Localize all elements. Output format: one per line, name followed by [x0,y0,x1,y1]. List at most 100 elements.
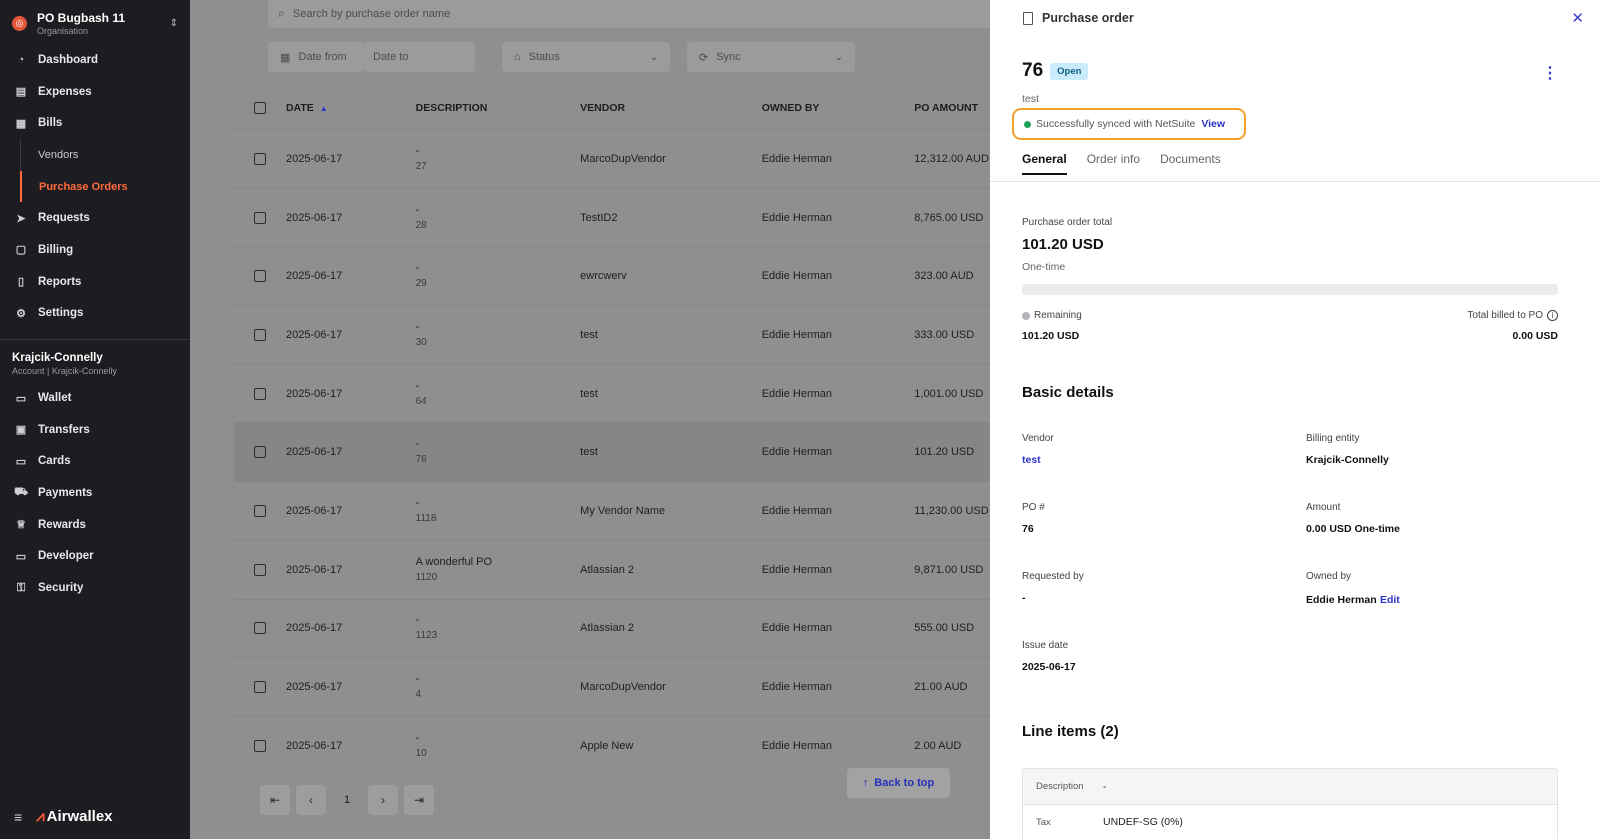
row-reference: 1123 [415,630,438,642]
chevron-updown-icon[interactable]: ⇕ [170,18,178,29]
table-row[interactable]: 2025-06-17-64 test Eddie Herman 1,001.00 US… [234,363,1014,423]
info-icon[interactable]: i [1547,310,1558,321]
row-description: -4 [416,672,581,702]
row-checkbox[interactable] [254,446,266,459]
po-number: 76 [1022,60,1044,81]
nav-settings[interactable]: ⚙ Settings [0,298,190,330]
table-row[interactable]: 2025-06-17-4 MarcoDupVendor Eddie Herman 21… [234,657,1014,716]
row-checkbox[interactable] [254,270,266,283]
date-from-filter[interactable]: ▦ Date from [268,42,363,72]
first-page-icon[interactable]: ⇤ [260,785,290,815]
nav-dashboard[interactable]: ◔ Dashboard [0,44,190,76]
nav-vendors[interactable]: Vendors [21,139,190,171]
table-row[interactable]: 2025-06-17-30 test Eddie Herman 333.00 USD [234,305,1014,364]
row-checkbox[interactable] [254,739,266,752]
nav-wallet[interactable]: ▭ Wallet [0,382,190,414]
panel-header: Purchase order [990,0,1600,36]
more-options-icon[interactable]: ⋮ [1542,66,1558,82]
row-date: 2025-06-17 [285,152,343,165]
date-to-filter[interactable]: Date to [363,42,475,72]
chevron-down-icon: ⌄ [834,51,843,63]
last-page-icon[interactable]: ⇥ [404,785,434,815]
monitor-icon: ▭ [15,550,27,563]
chevron-down-icon: ⌄ [649,51,658,63]
table-row[interactable]: 2025-06-17-29 ewrcwerv Eddie Herman 323.00 … [234,246,1014,305]
nav-developer[interactable]: ▭ Developer [0,541,190,573]
status-label: Status [528,51,560,63]
back-to-top-button[interactable]: ↑ Back to top [847,768,950,798]
account-name: Krajcik-Connelly [12,352,103,365]
nav-security[interactable]: ⚿ Security [0,572,190,604]
tab-order-info[interactable]: Order info [1087,152,1140,175]
sync-text: Successfully synced with NetSuite [1036,118,1196,130]
po-subtitle: test [1022,93,1039,105]
org-switcher[interactable]: ◎ PO Bugbash 11 Organisation ⇕ [0,0,190,38]
row-description-text: - [415,203,420,216]
edit-owner-link[interactable]: Edit [1380,594,1400,606]
nav-expenses[interactable]: ▤ Expenses [0,76,190,108]
row-description-text: - [415,673,420,686]
nav-bills[interactable]: ▦ Bills [0,107,190,139]
prev-page-icon[interactable]: ‹ [296,785,326,815]
nav-payments[interactable]: ⛟ Payments [0,477,190,509]
vendor-link[interactable]: test [1022,454,1054,466]
row-vendor: ewrcwerv [580,270,627,283]
sync-filter[interactable]: ⟳ Sync ⌄ [687,42,855,72]
row-vendor: Atlassian 2 [580,622,634,635]
org-name: PO Bugbash 11 [37,10,126,25]
amount-label: Amount [1306,502,1341,513]
row-description-text: - [415,438,420,451]
row-description-text: - [415,496,420,509]
nav-transfers[interactable]: ▣ Transfers [0,414,190,446]
col-vendor: VENDOR [580,102,626,114]
page-number[interactable]: 1 [332,794,362,806]
col-date[interactable]: DATE ▲ [286,102,416,114]
nav-reports[interactable]: ▯ Reports [0,266,190,298]
total-label: Purchase order total [1022,217,1113,228]
table-row[interactable]: 2025-06-17-76 test Eddie Herman 101.20 USD [234,422,1014,482]
row-checkbox[interactable] [254,563,266,576]
status-filter[interactable]: ⌂ Status ⌄ [502,42,670,72]
nav-billing[interactable]: ▢ Billing [0,234,190,266]
wallet-icon: ▭ [15,392,27,405]
basic-details-heading: Basic details [1022,384,1114,401]
account-switcher[interactable]: Krajcik-Connelly Account | Krajcik-Conne… [0,350,190,382]
nav-label: Reports [38,275,82,288]
row-owner: Eddie Herman [761,446,833,459]
tab-documents[interactable]: Documents [1160,152,1221,175]
issue-date-field: Issue date 2025-06-17 [1022,640,1076,673]
table-row[interactable]: 2025-06-17 A wonderful PO 1120 Atlassian 2 E… [234,539,1014,599]
next-page-icon[interactable]: › [368,785,398,815]
table-row[interactable]: 2025-06-17-1123 Atlassian 2 Eddie Herman 55… [234,598,1014,658]
nav-purchase-orders[interactable]: Purchase Orders [20,170,190,203]
row-checkbox[interactable] [254,211,266,224]
nav-cards[interactable]: ▭ Cards [0,446,190,478]
calendar-icon: ▦ [280,51,291,64]
billing-entity-value: Krajcik-Connelly [1306,454,1389,466]
table-row[interactable]: 2025-06-17-28 TestID2 Eddie Herman 8,765.00… [234,187,1014,247]
row-checkbox[interactable] [254,152,266,165]
nav-requests[interactable]: ➤ Requests [0,202,190,234]
select-all-checkbox[interactable] [254,102,266,114]
tab-general[interactable]: General [1022,152,1067,175]
table-row[interactable]: 2025-06-17-10 Apple New Eddie Herman 2.00 A… [234,715,1014,775]
row-checkbox[interactable] [254,328,266,341]
row-checkbox[interactable] [254,681,266,694]
panel-tabs: General Order info Documents [1022,152,1241,175]
table-row[interactable]: 2025-06-17 - 1118 My Vendor Name Eddie Herma… [234,481,1014,540]
bills-subnav: Vendors Purchase Orders [20,139,190,203]
hamburger-menu-icon[interactable]: ≡ [14,809,22,825]
close-icon[interactable]: ✕ [1571,9,1584,27]
row-checkbox[interactable] [254,387,266,400]
total-value: 101.20 USD [1022,236,1104,253]
row-description-text: - [415,614,420,627]
row-checkbox[interactable] [254,622,266,635]
row-checkbox[interactable] [254,504,266,517]
nav-label: Security [38,582,84,595]
sync-view-link[interactable]: View [1201,118,1225,130]
search-input[interactable]: ⌕ Search by purchase order name [268,0,1008,28]
table-row[interactable]: 2025-06-17-27 MarcoDupVendor Eddie Herman 1… [234,129,1014,188]
remaining-legend: Remaining [1022,310,1082,321]
nav-rewards[interactable]: ♕ Rewards [0,509,190,541]
row-description: - 64 [416,379,581,409]
